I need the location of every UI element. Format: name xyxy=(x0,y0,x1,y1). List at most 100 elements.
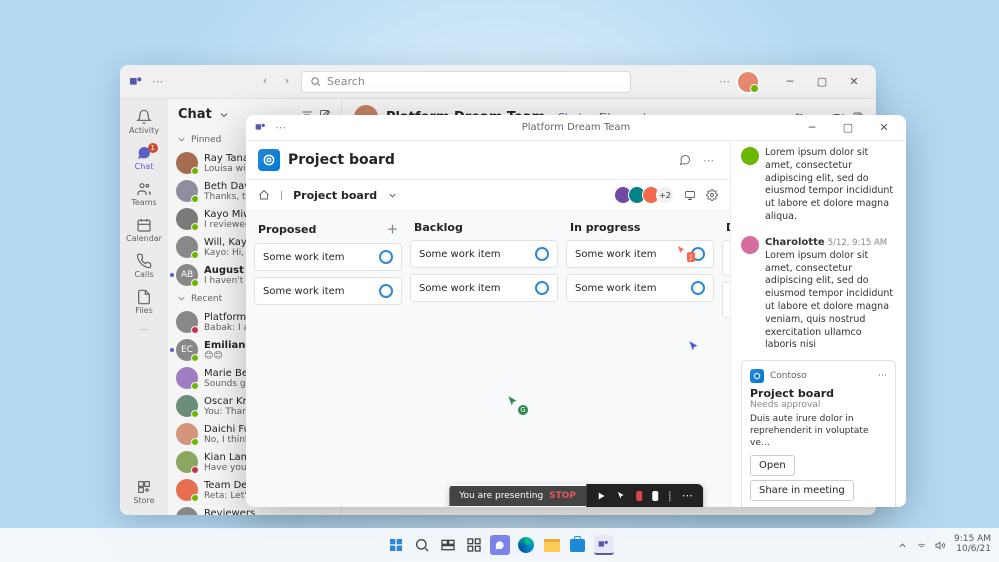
caret-icon[interactable] xyxy=(176,293,187,304)
stop-presenting-button[interactable]: STOP xyxy=(549,491,576,501)
app-rail: Activity 1 Chat Teams Calendar Calls xyxy=(120,99,168,515)
participant-avatars[interactable]: +2 xyxy=(618,186,674,204)
explorer-icon[interactable] xyxy=(542,535,562,555)
taskbar-chat-icon[interactable] xyxy=(490,535,510,555)
card-brand: Contoso xyxy=(770,371,807,381)
breadcrumb: | Project board +2 xyxy=(246,180,730,211)
play-icon[interactable] xyxy=(596,491,606,501)
adaptive-card: Contoso ⋯ Project board Needs approval D… xyxy=(741,360,896,507)
share-icon[interactable] xyxy=(684,189,696,201)
volume-icon[interactable] xyxy=(935,540,946,551)
edge-icon[interactable] xyxy=(516,535,536,555)
main-titlebar: ⋯ ‹ › Search ⋯ ─ ▢ ✕ xyxy=(120,65,876,99)
close-button[interactable]: ✕ xyxy=(840,72,868,92)
board-column: DoneSome woSome wo xyxy=(722,219,730,499)
open-button[interactable]: Open xyxy=(750,455,795,476)
popup-minimize-button[interactable]: ─ xyxy=(798,118,826,138)
work-item-card[interactable]: Some work item xyxy=(566,274,714,302)
popup-maximize-button[interactable]: ▢ xyxy=(834,118,862,138)
settings-icon[interactable] xyxy=(706,189,718,201)
work-item-card[interactable]: Some wo xyxy=(722,282,730,318)
work-item-card[interactable]: Some work item xyxy=(410,240,558,268)
taskbar-search-icon[interactable] xyxy=(412,535,432,555)
taskbar: 9:15 AM 10/6/21 xyxy=(0,528,999,562)
popup-close-button[interactable]: ✕ xyxy=(870,118,898,138)
global-search-input[interactable]: Search xyxy=(301,71,631,93)
main-user-avatar[interactable] xyxy=(738,72,758,92)
work-item-card[interactable]: Some work item xyxy=(254,277,402,305)
tray-expand-icon[interactable] xyxy=(897,540,908,551)
rail-calendar[interactable]: Calendar xyxy=(122,213,166,247)
column-header: Backlog xyxy=(410,219,558,240)
status-ring-icon xyxy=(535,247,549,261)
chatlist-title: Chat xyxy=(178,107,212,122)
status-ring-icon xyxy=(379,250,393,264)
board-pane: Project board ⋯ | Project board +2 xyxy=(246,141,730,507)
rail-teams[interactable]: Teams xyxy=(122,177,166,211)
pen-white[interactable] xyxy=(652,491,658,501)
board-title: Project board xyxy=(288,152,395,168)
presenting-toolbar: You are presentingSTOP | ⋯ xyxy=(449,484,703,507)
pen-red[interactable] xyxy=(636,491,642,501)
board-column: BacklogSome work itemSome work item xyxy=(410,219,558,499)
chat-msg-text: Lorem ipsum dolor sit amet, consectetur … xyxy=(765,250,893,351)
board-columns: Proposed＋Some work itemSome work itemBac… xyxy=(246,211,730,507)
work-item-card[interactable]: Some wo xyxy=(722,240,730,276)
minimize-button[interactable]: ─ xyxy=(776,72,804,92)
chevron-down-icon[interactable] xyxy=(218,109,230,121)
work-item-card[interactable]: Some work item xyxy=(254,243,402,271)
rail-chat[interactable]: 1 Chat xyxy=(122,141,166,175)
popup-titlebar: ⋯ Platform Dream Team ─ ▢ ✕ xyxy=(246,115,906,141)
rail-overflow[interactable]: ⋯ xyxy=(122,321,166,338)
more-participants[interactable]: +2 xyxy=(656,186,674,204)
status-ring-icon xyxy=(691,281,705,295)
card-title: Project board xyxy=(750,387,887,400)
rail-files[interactable]: Files xyxy=(122,285,166,319)
board-app-icon xyxy=(258,149,280,171)
search-placeholder: Search xyxy=(327,75,365,88)
maximize-button[interactable]: ▢ xyxy=(808,72,836,92)
column-header: Proposed＋ xyxy=(254,219,402,243)
presenting-label: You are presentingSTOP xyxy=(449,486,586,506)
status-ring-icon xyxy=(535,281,549,295)
teams-mini-icon xyxy=(254,121,267,134)
status-ring-icon xyxy=(379,284,393,298)
present-overflow[interactable]: ⋯ xyxy=(682,489,693,502)
rail-activity[interactable]: Activity xyxy=(122,105,166,139)
taskbar-teams-icon[interactable] xyxy=(594,535,614,555)
chat-msg-time: 5/12, 9:15 AM xyxy=(828,238,887,248)
widgets-icon[interactable] xyxy=(464,535,484,555)
board-column: Proposed＋Some work itemSome work item xyxy=(254,219,402,499)
live-cursor-orange xyxy=(676,245,687,256)
home-icon[interactable] xyxy=(258,189,270,201)
rail-calls[interactable]: Calls xyxy=(122,249,166,283)
work-item-card[interactable]: Some work item xyxy=(410,274,558,302)
board-column: In progressSome work itemJ Some work item xyxy=(566,219,714,499)
crumb-current[interactable]: Project board xyxy=(293,189,377,202)
nav-forward-button[interactable]: › xyxy=(277,71,297,91)
card-subtitle: Needs approval xyxy=(750,400,887,410)
rail-store[interactable]: Store xyxy=(122,475,166,509)
cursor-icon[interactable] xyxy=(616,491,626,501)
chat-badge: 1 xyxy=(148,143,158,153)
project-board-window: ⋯ Platform Dream Team ─ ▢ ✕ Project boar… xyxy=(246,115,906,507)
start-button[interactable] xyxy=(386,535,406,555)
chat-msg-text: Lorem ipsum dolor sit amet, consectetur … xyxy=(765,147,896,224)
crumb-dropdown-icon[interactable] xyxy=(387,190,398,201)
task-view-icon[interactable] xyxy=(438,535,458,555)
chat-bubble-icon[interactable] xyxy=(679,154,691,166)
work-item-card[interactable]: Some work itemJ xyxy=(566,240,714,268)
card-description: Duis aute irure dolor in reprehenderit i… xyxy=(750,414,887,449)
share-in-meeting-button[interactable]: Share in meeting xyxy=(750,480,854,501)
column-header: Done xyxy=(722,219,730,240)
teams-app-icon xyxy=(128,74,144,90)
live-cursor-blue xyxy=(687,340,701,354)
column-header: In progress xyxy=(566,219,714,240)
chat-msg-author: Charolotte xyxy=(765,237,825,248)
clock[interactable]: 9:15 AM 10/6/21 xyxy=(954,535,991,555)
caret-icon[interactable] xyxy=(176,134,187,145)
card-menu[interactable]: ⋯ xyxy=(878,371,887,381)
store-icon[interactable] xyxy=(568,535,588,555)
nav-back-button[interactable]: ‹ xyxy=(255,71,275,91)
wifi-icon[interactable] xyxy=(916,540,927,551)
